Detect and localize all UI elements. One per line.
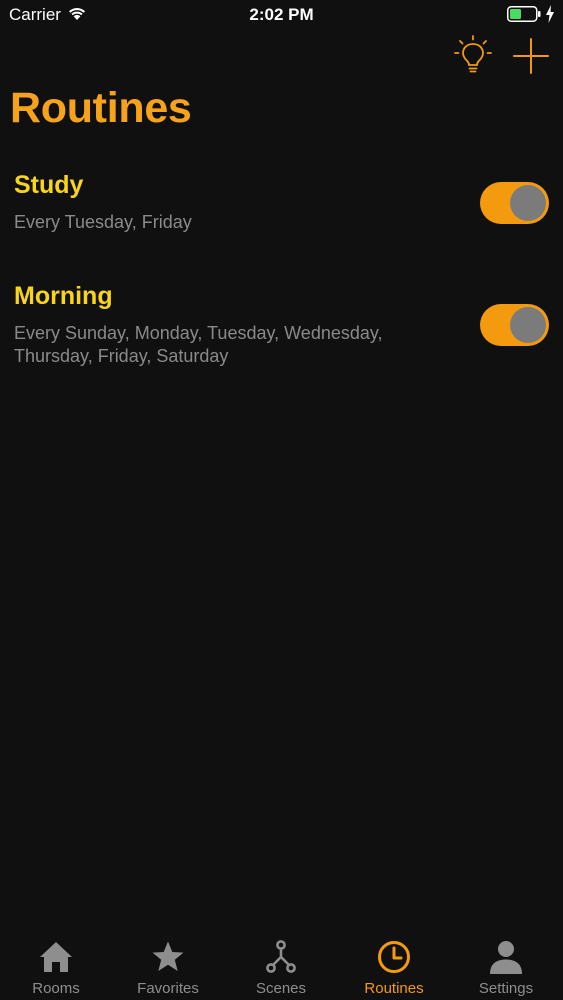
house-icon [40, 942, 72, 972]
tab-label: Rooms [32, 980, 80, 997]
status-time: 2:02 PM [249, 5, 314, 24]
routine-toggle-morning[interactable] [480, 304, 549, 346]
lightbulb-icon [454, 35, 492, 73]
scenes-icon [266, 940, 296, 973]
tab-routines[interactable]: Routines [338, 930, 450, 1000]
battery-icon [507, 6, 541, 22]
tab-label: Settings [478, 980, 534, 997]
tab-settings[interactable]: Settings [450, 930, 562, 1000]
routine-name: Study [14, 171, 84, 199]
clock-icon [378, 941, 410, 973]
tab-scenes[interactable]: Scenes [225, 930, 337, 1000]
tab-favorites[interactable]: Favorites [112, 930, 224, 1000]
tab-bar: Rooms Favorites Scenes Routines Settings [0, 930, 563, 1000]
person-icon [490, 941, 522, 974]
tab-label: Favorites [137, 980, 199, 997]
status-bar: Carrier 2:02 PM [0, 0, 563, 30]
toggle-knob [510, 307, 546, 343]
tab-label: Routines [364, 980, 424, 997]
star-icon [152, 941, 184, 971]
routine-toggle-study[interactable] [480, 182, 549, 224]
lightbulb-button[interactable] [451, 34, 495, 78]
plus-icon [513, 38, 549, 74]
toggle-knob [510, 185, 546, 221]
add-routine-button[interactable] [509, 34, 553, 78]
page-title: Routines [10, 84, 192, 132]
routine-row-morning[interactable]: Morning Every Sunday, Monday, Tuesday, W… [0, 282, 563, 382]
tab-label: Scenes [255, 980, 307, 997]
routine-schedule: Every Tuesday, Friday [14, 212, 192, 232]
charging-bolt-icon [546, 5, 554, 23]
routine-row-study[interactable]: Study Every Tuesday, Friday [0, 171, 563, 251]
routine-name: Morning [14, 282, 113, 310]
routine-schedule: Every Sunday, Monday, Tuesday, Wednesday… [14, 323, 383, 366]
tab-rooms[interactable]: Rooms [0, 930, 112, 1000]
